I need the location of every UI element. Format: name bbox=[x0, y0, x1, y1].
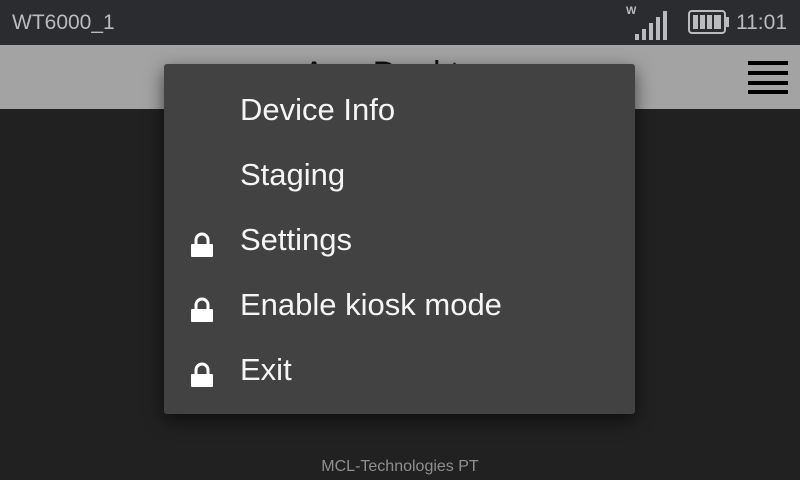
menu-item-label: Enable kiosk mode bbox=[240, 287, 502, 322]
menu-item-label: Staging bbox=[240, 157, 346, 192]
menu-item-label: Device Info bbox=[240, 92, 396, 127]
lock-icon bbox=[191, 297, 213, 322]
menu-item-label: Settings bbox=[240, 222, 353, 257]
menu-item-settings[interactable]: Settings bbox=[164, 208, 635, 272]
menu-item-exit[interactable]: Exit bbox=[164, 338, 635, 402]
signal-icon bbox=[635, 11, 667, 40]
device-name: WT6000_1 bbox=[12, 11, 115, 34]
menu-item-staging[interactable]: Staging bbox=[164, 143, 635, 207]
menu-item-label: Exit bbox=[240, 352, 292, 387]
battery-icon bbox=[688, 10, 729, 34]
menu-item-enable-kiosk-mode[interactable]: Enable kiosk mode bbox=[164, 273, 635, 337]
popup-menu: Device Info Staging Settings Enable kios… bbox=[164, 64, 635, 414]
lock-icon bbox=[191, 362, 213, 387]
clock: 11:01 bbox=[736, 11, 787, 34]
menu-item-device-info[interactable]: Device Info bbox=[164, 78, 635, 142]
hamburger-menu-icon[interactable] bbox=[744, 59, 790, 95]
lock-icon bbox=[191, 232, 213, 257]
footer-text: MCL-Technologies PT bbox=[321, 458, 479, 475]
status-bar: WT6000_1 W 11:01 bbox=[0, 0, 800, 45]
